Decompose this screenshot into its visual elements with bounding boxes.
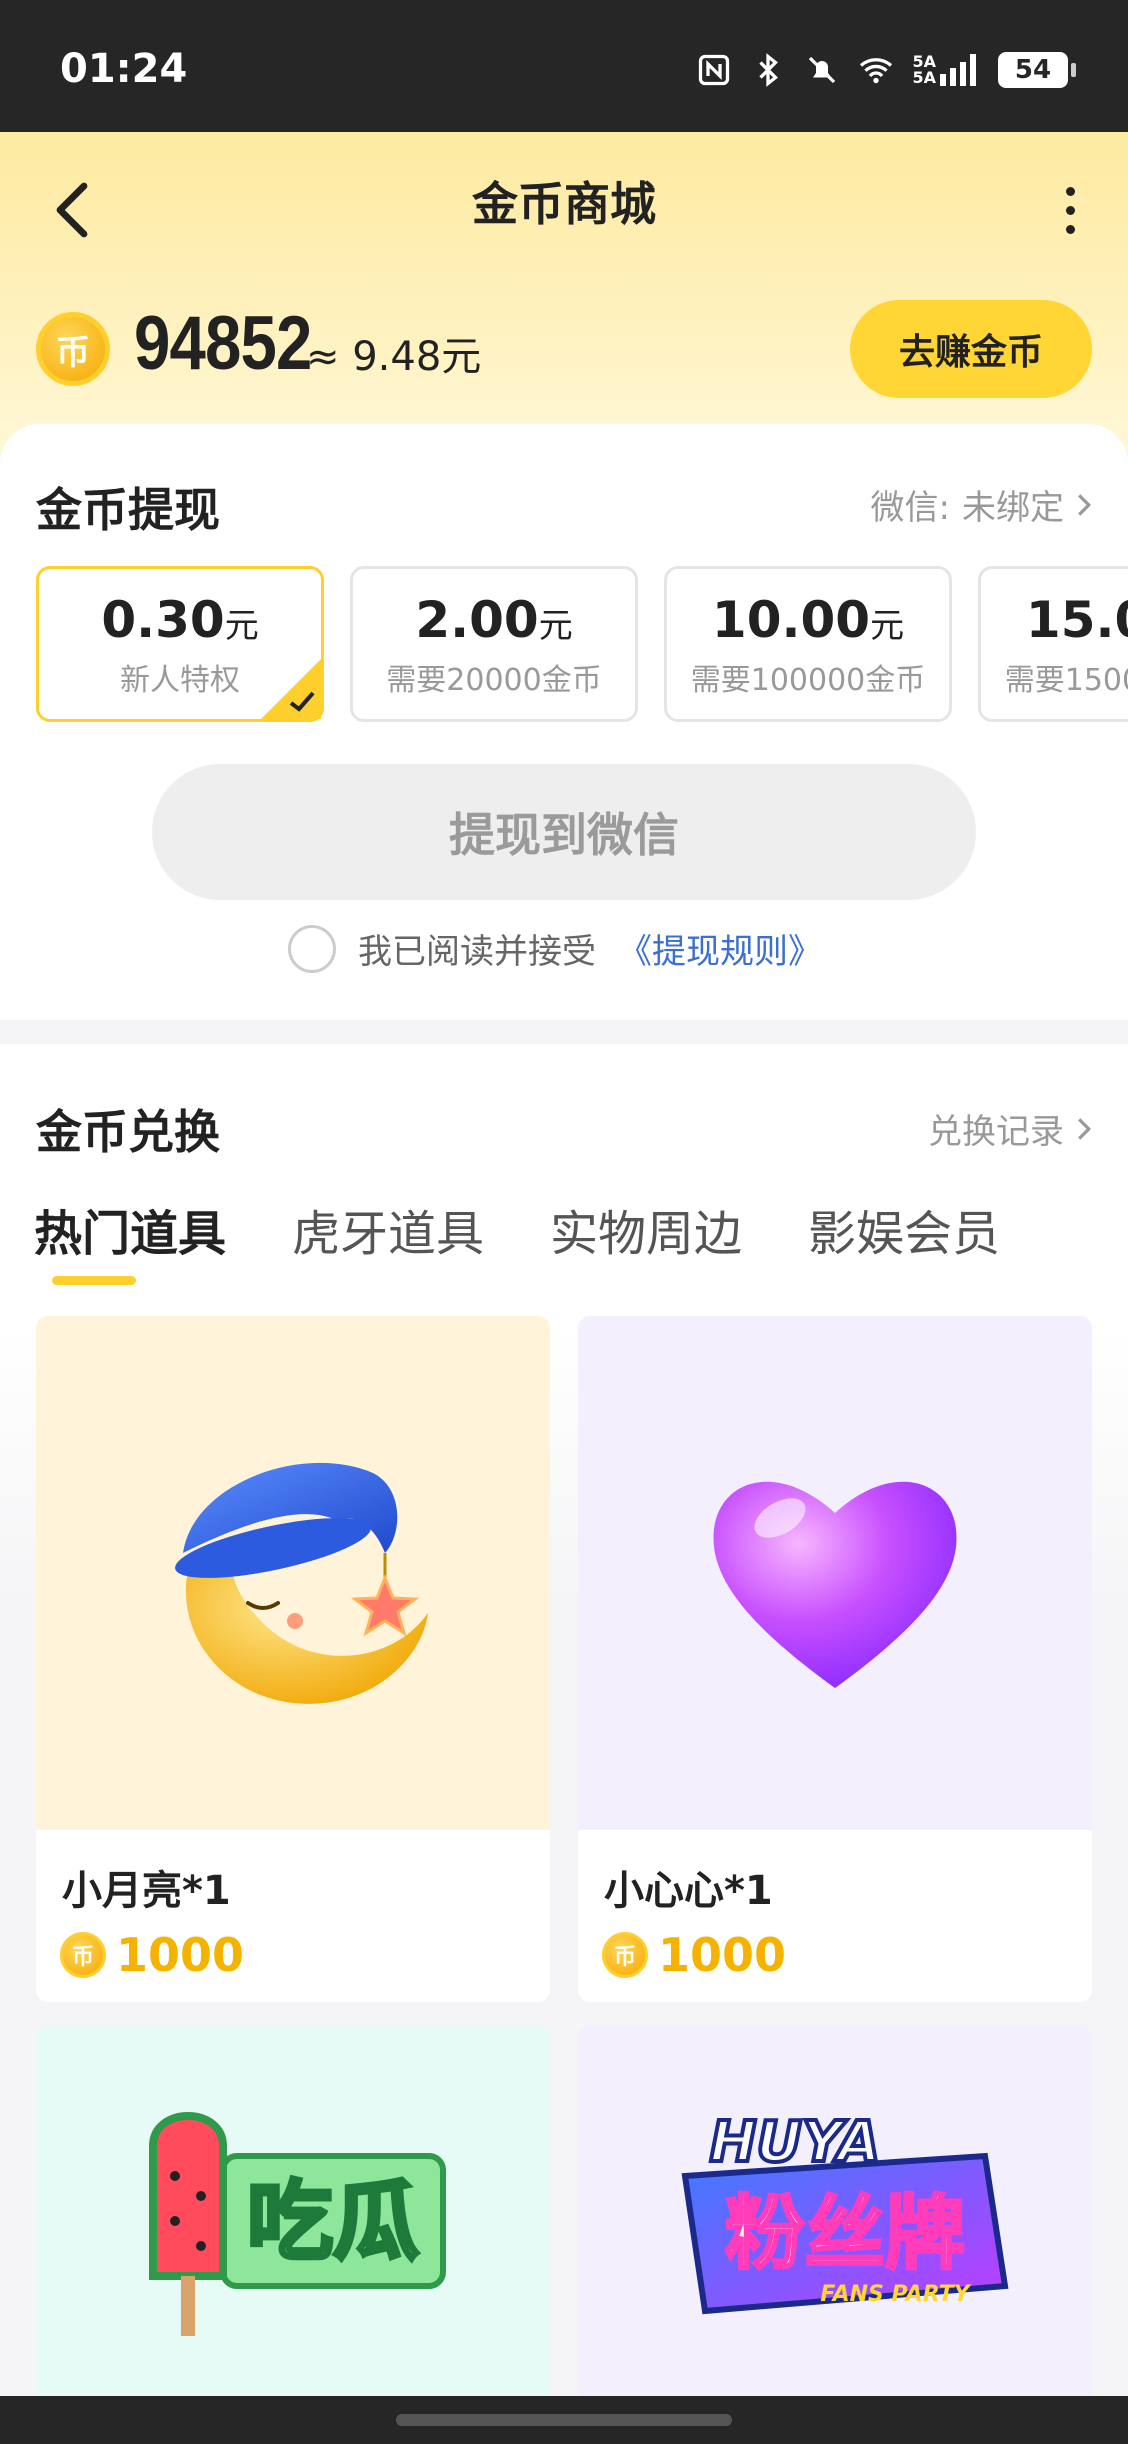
tab-membership[interactable]: 影娱会员 (808, 1194, 1000, 1264)
status-icons: 5A 5A 54 (696, 52, 1076, 88)
watermelon-label: 吃瓜 (247, 2172, 419, 2272)
product-price: 币 1000 (602, 1928, 1092, 1982)
product-card[interactable]: HUYA 粉丝牌 FANS PARTY (578, 2026, 1092, 2406)
withdraw-option[interactable]: 2.00元 需要20000金币 (350, 566, 638, 722)
coin-icon: 币 (36, 312, 110, 386)
battery-icon: 54 (998, 52, 1076, 88)
product-card[interactable]: 吃瓜 (36, 2026, 550, 2406)
agree-checkbox[interactable] (288, 924, 336, 973)
home-indicator[interactable] (396, 2414, 732, 2426)
option-unit: 元 (870, 606, 905, 646)
chevron-right-icon (1078, 1117, 1092, 1140)
exchange-section: 金币兑换 兑换记录 热门道具 虎牙道具 实物周边 影娱会员 小月亮*1 币 10… (0, 1044, 1128, 2444)
option-unit: 元 (224, 606, 259, 646)
more-dot-icon (1065, 224, 1075, 234)
withdraw-card: 金币提现 微信: 未绑定 0.30元 新人特权 2.00元 需要20000金币 … (0, 424, 1128, 1020)
wechat-status: 未绑定 (962, 488, 1064, 528)
fans-badge-image: HUYA 粉丝牌 FANS PARTY (578, 2026, 1092, 2406)
watermelon-image: 吃瓜 (36, 2026, 550, 2406)
option-desc: 需要100000金币 (690, 663, 926, 698)
more-dot-icon (1065, 205, 1075, 215)
balance-equivalent: ≈ 9.48元 (306, 334, 482, 380)
category-tabs: 热门道具 虎牙道具 实物周边 影娱会员 (34, 1194, 1000, 1264)
withdraw-title: 金币提现 (36, 483, 220, 537)
tab-huya-items[interactable]: 虎牙道具 (292, 1194, 484, 1264)
tab-merchandise[interactable]: 实物周边 (550, 1194, 742, 1264)
withdraw-option[interactable]: 10.00元 需要100000金币 (664, 566, 952, 722)
checkmark-icon (289, 691, 315, 712)
status-time: 01:24 (60, 46, 188, 92)
option-amount: 10.00 (711, 591, 871, 649)
price-value: 1000 (658, 1928, 787, 1982)
wechat-bind-link[interactable]: 微信: 未绑定 (871, 480, 1092, 529)
nfc-icon (699, 54, 730, 86)
wifi-icon (860, 58, 893, 84)
withdraw-option[interactable]: 15.00元 需要150000金币 (978, 566, 1128, 722)
active-tab-indicator (52, 1276, 136, 1285)
wechat-label: 微信: (870, 488, 950, 528)
status-bar: 01:24 5A 5A 54 (0, 0, 1128, 132)
option-amount: 2.00 (415, 591, 539, 649)
option-amount: 0.30 (101, 591, 225, 649)
page-title: 金币商城 (472, 177, 656, 231)
product-name: 小月亮*1 (62, 1868, 231, 1914)
product-price: 币 1000 (60, 1928, 550, 1982)
chevron-right-icon (1078, 493, 1092, 516)
signal-label-bottom: 5A (912, 68, 936, 87)
exchange-record-link[interactable]: 兑换记录 (928, 1104, 1092, 1153)
product-card[interactable]: 小心心*1 币 1000 (578, 1316, 1092, 2002)
product-name: 小心心*1 (604, 1868, 773, 1914)
option-desc: 需要150000金币 (1004, 663, 1128, 698)
moon-image (36, 1316, 550, 1830)
option-unit: 元 (538, 606, 573, 646)
product-card[interactable]: 小月亮*1 币 1000 (36, 1316, 550, 2002)
withdraw-rules-link[interactable]: 《提现规则》 (618, 924, 822, 973)
coin-icon: 币 (60, 1932, 106, 1978)
more-dot-icon (1065, 186, 1075, 196)
agree-text: 我已阅读并接受 (358, 932, 596, 972)
more-options-button[interactable] (1046, 172, 1094, 248)
fans-party-text: FANS PARTY (820, 2282, 971, 2307)
option-desc: 需要20000金币 (386, 663, 602, 698)
withdraw-option[interactable]: 0.30元 新人特权 (36, 566, 324, 722)
withdraw-to-wechat-button[interactable]: 提现到微信 (152, 764, 976, 900)
agreement-row: 我已阅读并接受 《提现规则》 (288, 924, 822, 973)
coin-icon: 币 (602, 1932, 648, 1978)
coin-balance: 94852 (134, 301, 312, 386)
heart-image (578, 1316, 1092, 1830)
header: 金币商城 币 94852 ≈ 9.48元 去赚金币 (0, 132, 1128, 452)
item-grid: 小月亮*1 币 1000 小心心*1 币 1000 吃瓜 HUYA 粉丝牌 FA… (36, 1316, 1092, 2406)
signal-icon: 5A 5A (912, 54, 980, 86)
fans-badge-label: 粉丝牌 (725, 2187, 965, 2280)
huya-logo-text: HUYA (710, 2110, 881, 2175)
withdraw-options: 0.30元 新人特权 2.00元 需要20000金币 10.00元 需要1000… (36, 566, 1128, 722)
price-value: 1000 (116, 1928, 245, 1982)
system-nav-bar (0, 2396, 1128, 2444)
mute-icon (809, 56, 836, 84)
bluetooth-icon (759, 53, 779, 87)
option-amount: 15.00 (1025, 591, 1128, 649)
exchange-record-label: 兑换记录 (928, 1112, 1064, 1152)
earn-coins-button[interactable]: 去赚金币 (850, 300, 1092, 398)
tab-hot-items[interactable]: 热门道具 (34, 1194, 226, 1264)
exchange-title: 金币兑换 (36, 1105, 220, 1159)
